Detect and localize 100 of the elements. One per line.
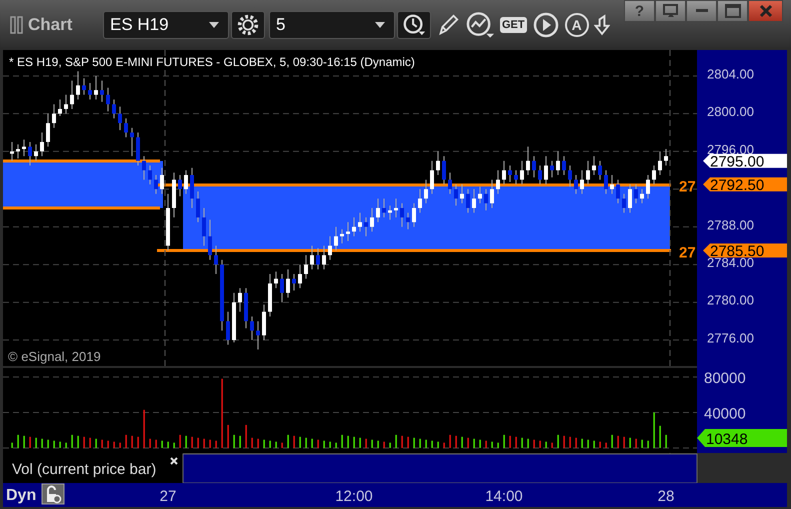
candlestick xyxy=(406,212,410,230)
candlestick xyxy=(46,113,50,148)
price-label: 2804.00 xyxy=(707,66,754,82)
candlestick xyxy=(292,274,296,292)
candlestick xyxy=(130,127,134,157)
candlestick xyxy=(184,170,188,194)
time-label: 14:00 xyxy=(485,488,523,505)
candlestick xyxy=(610,174,614,194)
candlestick xyxy=(646,174,650,200)
candlestick xyxy=(304,254,308,280)
candlestick xyxy=(178,174,182,197)
clock-button[interactable] xyxy=(397,11,431,39)
candlestick xyxy=(256,320,260,350)
line-chart-icon[interactable] xyxy=(466,11,495,39)
candlestick xyxy=(358,212,362,232)
candlestick xyxy=(112,99,116,119)
candlestick xyxy=(310,245,314,270)
alert-button[interactable]: A xyxy=(564,13,589,37)
time-label: 28 xyxy=(658,488,674,505)
caret-icon xyxy=(374,21,386,29)
candlestick xyxy=(412,202,416,228)
candlestick xyxy=(454,184,458,206)
candlestick xyxy=(28,141,32,166)
candlestick xyxy=(352,216,356,237)
candlestick xyxy=(448,172,452,194)
candlestick xyxy=(496,170,500,194)
minimize-button[interactable] xyxy=(686,0,717,22)
candlestick xyxy=(502,160,506,185)
candlestick xyxy=(394,198,398,218)
maximize-button[interactable] xyxy=(717,0,748,22)
candlestick xyxy=(40,132,44,157)
candlestick xyxy=(508,165,512,183)
study-label: Vol (current price bar) xyxy=(12,461,156,478)
candlestick xyxy=(280,274,284,303)
candlestick xyxy=(340,228,344,244)
close-icon[interactable] xyxy=(170,457,178,465)
candlestick xyxy=(538,165,542,185)
candlestick xyxy=(76,70,80,100)
candlestick xyxy=(226,311,230,346)
candlestick xyxy=(64,94,68,114)
candlestick xyxy=(640,188,644,204)
pencil-icon[interactable] xyxy=(436,12,460,38)
candlestick xyxy=(604,170,608,194)
candlestick xyxy=(196,191,200,223)
candlestick xyxy=(664,148,668,166)
candlestick xyxy=(532,156,536,178)
candlestick xyxy=(190,167,194,208)
window-icon xyxy=(662,4,678,18)
candlestick xyxy=(286,268,290,298)
candlestick xyxy=(10,141,14,162)
candlestick xyxy=(400,202,404,228)
candlestick xyxy=(436,150,440,176)
candlestick xyxy=(430,160,434,194)
candlestick xyxy=(100,80,104,102)
candlestick xyxy=(514,170,518,185)
candlestick xyxy=(466,188,470,214)
candlestick xyxy=(634,184,638,204)
candlestick xyxy=(154,174,158,194)
candlestick xyxy=(520,160,524,185)
settings-button[interactable] xyxy=(231,11,265,39)
dock-button[interactable] xyxy=(655,0,686,22)
candlestick xyxy=(478,186,482,204)
price-label: 2780.00 xyxy=(707,292,754,308)
candlestick xyxy=(124,118,128,138)
symbol-dropdown[interactable]: ES H19 xyxy=(103,11,229,39)
candlestick xyxy=(574,174,578,194)
window-title: Chart xyxy=(28,15,74,35)
grip-icon[interactable] xyxy=(10,16,24,34)
play-icon[interactable] xyxy=(532,12,559,38)
gear-icon xyxy=(236,13,260,37)
candlestick xyxy=(214,245,218,275)
help-button[interactable]: ? xyxy=(624,0,655,22)
candlestick xyxy=(298,264,302,289)
candlestick xyxy=(106,87,110,112)
candlestick xyxy=(628,184,632,214)
candlestick xyxy=(460,184,464,204)
maximize-icon xyxy=(724,4,740,18)
price-label: 2800.00 xyxy=(707,104,754,120)
arrow-icon[interactable] xyxy=(594,13,610,37)
candlestick xyxy=(472,188,476,214)
candlestick xyxy=(484,188,488,211)
candlestick xyxy=(166,193,170,251)
candlestick xyxy=(244,288,248,329)
time-label: 12:00 xyxy=(335,488,373,505)
close-button[interactable] xyxy=(748,0,783,22)
candlestick xyxy=(388,205,392,220)
interval-dropdown[interactable]: 5 xyxy=(269,11,395,39)
candlestick xyxy=(238,288,242,312)
caret-icon xyxy=(208,21,220,29)
candlestick xyxy=(202,208,206,246)
lock-icon[interactable] xyxy=(42,484,64,504)
candlestick xyxy=(136,132,140,166)
candlestick xyxy=(316,248,320,270)
mode-label[interactable]: Dyn xyxy=(6,487,36,504)
candlestick xyxy=(418,188,422,214)
candlestick xyxy=(262,304,266,341)
price-tag: 2795.00 xyxy=(703,153,787,170)
candlestick xyxy=(550,160,554,178)
candlestick xyxy=(58,99,62,117)
get-button[interactable]: GET xyxy=(500,17,527,33)
